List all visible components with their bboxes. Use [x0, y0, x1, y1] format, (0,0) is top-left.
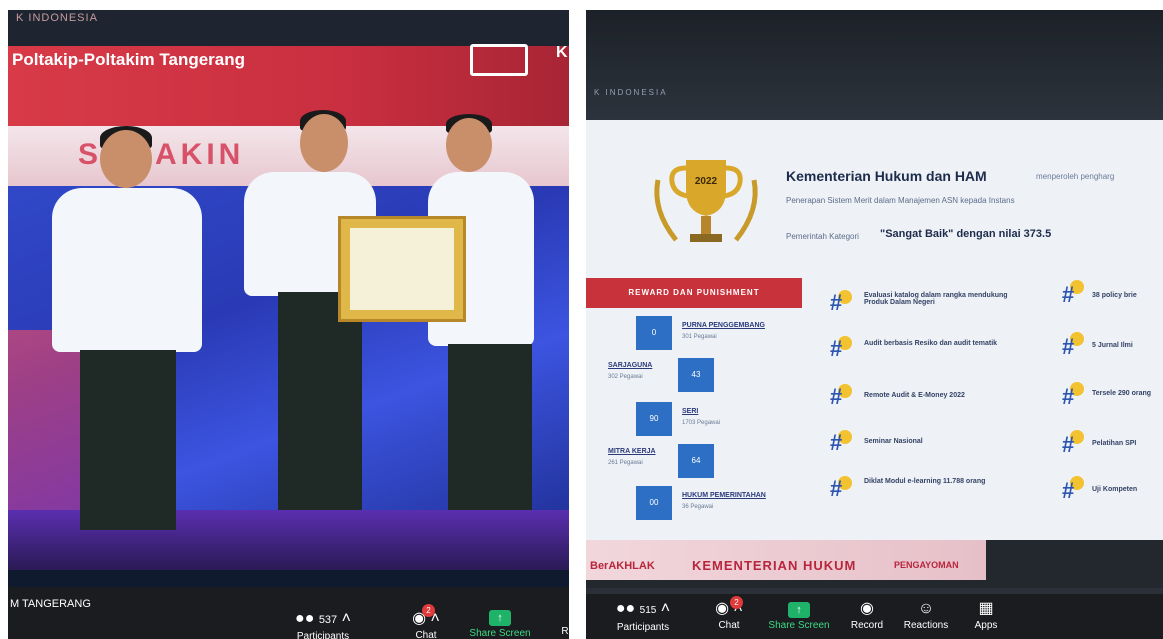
slide-title-tail: menperoleh pengharg	[1036, 172, 1115, 181]
right-video-panel: K INDONESIA 2022 Kementerian Hukum dan H…	[586, 10, 1163, 639]
stage-corner-text: K INDONESIA	[16, 12, 98, 24]
trophy-icon: 2022	[654, 160, 758, 242]
hash-icon: #	[830, 476, 843, 501]
slide-line-1: Penerapan Sistem Merit dalam Manajemen A…	[786, 196, 1015, 205]
reactions-button[interactable]: ☺ Reactions	[898, 600, 954, 631]
slide-category: "Sangat Baik" dengan nilai 373.5	[880, 228, 1052, 240]
hash-icon: #	[830, 336, 843, 361]
hash-icon: #	[830, 384, 843, 409]
item-col2-4: Uji Kompeten	[1092, 486, 1138, 493]
rp-num-1: 43	[678, 358, 714, 392]
rp-num-3: 64	[678, 444, 714, 478]
hash-icon: #	[830, 430, 843, 455]
rp-num-2: 90	[636, 402, 672, 436]
item-col2-1: 5 Jurnal Ilmi	[1092, 342, 1133, 349]
rp-label-2: SERI	[682, 408, 699, 415]
record-icon: ◉	[860, 600, 874, 617]
chat-icon: ◉ ˄	[715, 600, 743, 617]
banner-right-letter: K	[556, 44, 568, 61]
item-col2-3: Pelatihan SPI	[1092, 440, 1137, 447]
chat-button[interactable]: ◉ ˄ Chat	[704, 600, 754, 631]
left-video-panel: K INDONESIA Poltakip-Poltakim Tangerang …	[8, 10, 569, 639]
hash-icon: #	[1062, 478, 1075, 503]
apps-icon: ▦	[978, 600, 994, 617]
slide-top-dark	[586, 10, 1163, 120]
share-screen-button[interactable]: ↑ Share Screen	[764, 600, 834, 631]
hash-icon: #	[1062, 384, 1075, 409]
rp-num-4: 00	[636, 486, 672, 520]
participants-button[interactable]: ●● 515 ˄ Participants	[608, 600, 678, 633]
rp-label-1: SARJAGUNA	[608, 362, 653, 369]
footer-berakhlak: BerAKHLAK	[590, 560, 655, 572]
share-screen-button[interactable]: ↑ Share Screen	[460, 608, 540, 639]
banner-title: Poltakip-Poltakim Tangerang	[12, 50, 246, 69]
reward-punishment-header: REWARD DAN PUNISHMENT	[586, 278, 802, 308]
reactions-icon: ☺	[917, 600, 935, 617]
slide-title: Kementerian Hukum dan HAM	[786, 168, 987, 184]
certificate	[350, 228, 454, 310]
rp-label-3: MITRA KERJA	[608, 448, 656, 455]
hash-icon: #	[1062, 282, 1075, 307]
item-col1-4: Diklat Modul e-learning 11.788 orang	[864, 478, 986, 485]
hash-icon: #	[830, 290, 843, 315]
chat-badge: 2	[730, 596, 743, 609]
slide-line-2: Pemerintah Kategori	[786, 232, 859, 241]
hash-icon: #	[1062, 334, 1075, 359]
participant-name-tag: M TANGERANG	[10, 598, 91, 610]
participants-icon: ●● 537 ˄	[295, 610, 351, 627]
slide-top-label: K INDONESIA	[594, 88, 668, 97]
banner-logo-box	[470, 44, 528, 76]
item-col1-3: Seminar Nasional	[864, 438, 923, 445]
footer-kemenkum: KEMENTERIAN HUKUM	[692, 558, 857, 573]
trophy-year: 2022	[695, 176, 718, 187]
participants-button[interactable]: ●● 537 ˄ Participants	[288, 610, 358, 639]
rp-sub-2: 1703 Pegawai	[682, 420, 721, 426]
item-col2-0: 38 policy brie	[1092, 292, 1137, 299]
item-col1-2: Remote Audit & E-Money 2022	[864, 392, 965, 399]
apps-button[interactable]: ▦ Apps	[964, 600, 1008, 631]
rp-sub-4: 36 Pegawai	[682, 504, 714, 510]
footer-pengayoman: PENGAYOMAN	[894, 560, 959, 570]
chat-badge: 2	[422, 604, 435, 617]
more-button[interactable]: R	[560, 626, 569, 637]
rp-sub-0: 301 Pegawai	[682, 334, 717, 340]
rp-label-4: HUKUM PEMERINTAHAN	[682, 492, 766, 499]
item-col2-2: Tersele 290 orang	[1092, 390, 1152, 397]
hash-icon: #	[1062, 432, 1075, 457]
share-screen-icon: ↑	[788, 602, 810, 618]
item-col1-0: Evaluasi katalog dalam rangka mendukung …	[864, 292, 1008, 306]
rp-num-0: 0	[636, 316, 672, 350]
record-button[interactable]: ◉ Record	[842, 600, 892, 631]
share-screen-icon: ↑	[489, 610, 511, 626]
item-col1-1: Audit berbasis Resiko dan audit tematik	[864, 340, 998, 347]
rp-sub-3: 261 Pegawai	[608, 460, 643, 466]
rp-label-0: PURNA PENGGEMBANG	[682, 322, 765, 329]
participants-icon: ●● 515 ˄	[615, 600, 671, 617]
rp-sub-1: 302 Pegawai	[608, 374, 643, 380]
